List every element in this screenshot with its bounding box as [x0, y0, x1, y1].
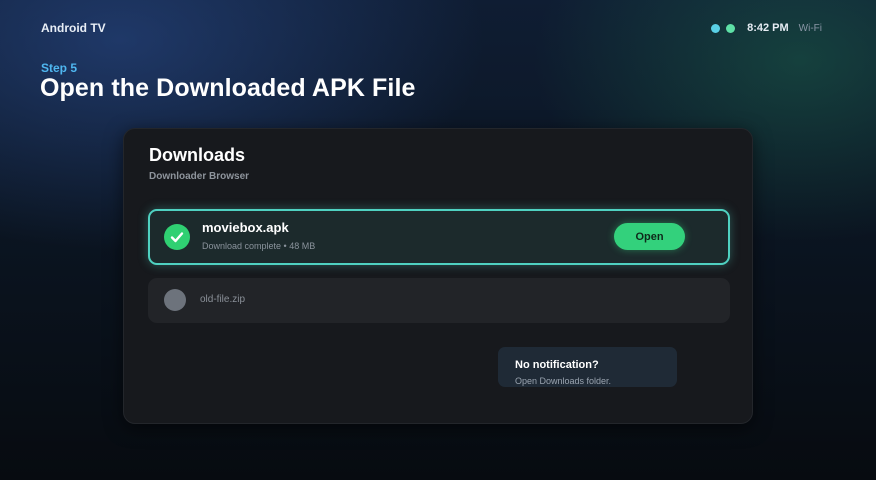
platform-label: Android TV [41, 21, 106, 35]
status-dot-1-icon [711, 23, 721, 33]
network-label: Wi-Fi [798, 22, 822, 34]
gray-dot-icon [164, 289, 186, 311]
panel-title: Downloads [149, 145, 246, 165]
status-bar: Android TV 8:42 PM Wi-Fi [0, 0, 876, 58]
download-item-old-file[interactable]: old-file.zip [148, 278, 730, 323]
hint-title: No notification? [515, 359, 599, 371]
file-status: Download complete • 48 MB [202, 241, 316, 251]
panel-subtitle: Downloader Browser [149, 171, 250, 182]
status-dot-2-icon [726, 23, 736, 33]
file-name: moviebox.apk [202, 220, 289, 235]
clock: 8:42 PM [747, 22, 789, 34]
page-title: Open the Downloaded APK File [40, 74, 416, 102]
hint-text: Open Downloads folder. [515, 376, 612, 386]
step-label: Step 5 [41, 61, 78, 75]
downloads-panel: Downloads Downloader Browser moviebox.ap… [123, 128, 753, 424]
open-button[interactable]: Open [614, 223, 685, 250]
file-name: old-file.zip [200, 294, 246, 305]
hint-card: No notification? Open Downloads folder. [498, 347, 677, 387]
status-area: 8:42 PM Wi-Fi [711, 22, 822, 34]
check-icon [164, 224, 190, 250]
download-item-moviebox[interactable]: moviebox.apk Download complete • 48 MB O… [148, 209, 730, 265]
